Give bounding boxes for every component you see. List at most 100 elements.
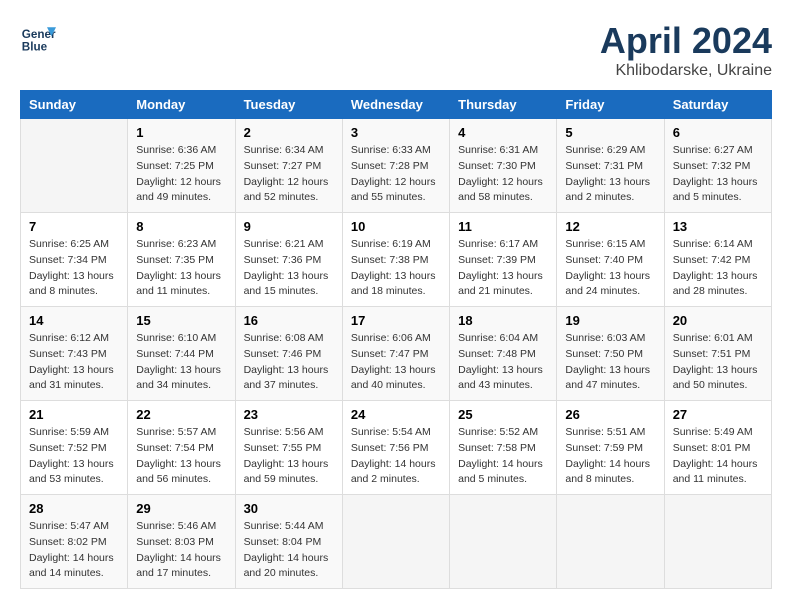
day-cell bbox=[664, 495, 771, 589]
logo-icon: General Blue bbox=[20, 20, 56, 56]
day-cell: 10Sunrise: 6:19 AM Sunset: 7:38 PM Dayli… bbox=[342, 213, 449, 307]
day-info: Sunrise: 6:10 AM Sunset: 7:44 PM Dayligh… bbox=[136, 331, 226, 394]
day-cell: 17 Sunrise: 6:06 AM Sunset: 7:47 PM Dayli… bbox=[342, 307, 449, 401]
day-info: Sunrise: 6:23 AM Sunset: 7:35 PM Dayligh… bbox=[136, 237, 226, 300]
weekday-header-thursday: Thursday bbox=[450, 91, 557, 119]
day-cell: 13 Sunrise: 6:14 AM Sunset: 7:42 PM Dayli… bbox=[664, 213, 771, 307]
day-number: 20 bbox=[673, 313, 763, 328]
day-number: 23 bbox=[244, 407, 334, 422]
day-info: Sunrise: 6:17 AM Sunset: 7:39 PM Dayligh… bbox=[458, 237, 548, 300]
header: General Blue April 2024 Khlibodarske, Uk… bbox=[20, 20, 772, 80]
day-number: 27 bbox=[673, 407, 763, 422]
title-area: April 2024 Khlibodarske, Ukraine bbox=[600, 20, 772, 80]
day-cell: 6Sunrise: 6:27 AM Sunset: 7:32 PM Daylig… bbox=[664, 119, 771, 213]
day-cell: 19Sunrise: 6:03 AM Sunset: 7:50 PM Dayli… bbox=[557, 307, 664, 401]
weekday-header-friday: Friday bbox=[557, 91, 664, 119]
day-info: Sunrise: 6:34 AM Sunset: 7:27 PM Dayligh… bbox=[244, 143, 334, 206]
day-cell: 7 Sunrise: 6:25 AM Sunset: 7:34 PM Daylig… bbox=[21, 213, 128, 307]
day-cell: 8Sunrise: 6:23 AM Sunset: 7:35 PM Daylig… bbox=[128, 213, 235, 307]
day-info: Sunrise: 5:49 AM Sunset: 8:01 PM Dayligh… bbox=[673, 425, 763, 488]
day-info: Sunrise: 6:04 AM Sunset: 7:48 PM Dayligh… bbox=[458, 331, 548, 394]
day-info: Sunrise: 5:59 AM Sunset: 7:52 PM Dayligh… bbox=[29, 425, 119, 488]
day-cell: 29Sunrise: 5:46 AM Sunset: 8:03 PM Dayli… bbox=[128, 495, 235, 589]
weekday-header-saturday: Saturday bbox=[664, 91, 771, 119]
day-info: Sunrise: 6:36 AM Sunset: 7:25 PM Dayligh… bbox=[136, 143, 226, 206]
day-number: 22 bbox=[136, 407, 226, 422]
calendar-header: SundayMondayTuesdayWednesdayThursdayFrid… bbox=[21, 91, 772, 119]
day-number: 25 bbox=[458, 407, 548, 422]
day-cell: 5 Sunrise: 6:29 AM Sunset: 7:31 PM Daylig… bbox=[557, 119, 664, 213]
day-cell: 28 Sunrise: 5:47 AM Sunset: 8:02 PM Dayli… bbox=[21, 495, 128, 589]
day-info: Sunrise: 6:14 AM Sunset: 7:42 PM Dayligh… bbox=[673, 237, 763, 300]
day-number: 30 bbox=[244, 501, 334, 516]
day-info: Sunrise: 6:31 AM Sunset: 7:30 PM Dayligh… bbox=[458, 143, 548, 206]
day-number: 19 bbox=[565, 313, 655, 328]
day-number: 13 bbox=[673, 219, 763, 234]
day-cell bbox=[342, 495, 449, 589]
day-number: 4 bbox=[458, 125, 548, 140]
day-cell bbox=[450, 495, 557, 589]
day-info: Sunrise: 5:44 AM Sunset: 8:04 PM Dayligh… bbox=[244, 519, 334, 582]
day-info: Sunrise: 5:54 AM Sunset: 7:56 PM Dayligh… bbox=[351, 425, 441, 488]
day-cell: 30 Sunrise: 5:44 AM Sunset: 8:04 PM Dayli… bbox=[235, 495, 342, 589]
day-cell: 4 Sunrise: 6:31 AM Sunset: 7:30 PM Daylig… bbox=[450, 119, 557, 213]
day-info: Sunrise: 6:08 AM Sunset: 7:46 PM Dayligh… bbox=[244, 331, 334, 394]
svg-text:Blue: Blue bbox=[22, 41, 48, 54]
day-info: Sunrise: 6:27 AM Sunset: 7:32 PM Dayligh… bbox=[673, 143, 763, 206]
day-cell: 14 Sunrise: 6:12 AM Sunset: 7:43 PM Dayli… bbox=[21, 307, 128, 401]
day-info: Sunrise: 5:52 AM Sunset: 7:58 PM Dayligh… bbox=[458, 425, 548, 488]
day-info: Sunrise: 6:33 AM Sunset: 7:28 PM Dayligh… bbox=[351, 143, 441, 206]
day-cell: 27 Sunrise: 5:49 AM Sunset: 8:01 PM Dayli… bbox=[664, 401, 771, 495]
weekday-header-wednesday: Wednesday bbox=[342, 91, 449, 119]
day-number: 3 bbox=[351, 125, 441, 140]
day-info: Sunrise: 6:06 AM Sunset: 7:47 PM Dayligh… bbox=[351, 331, 441, 394]
day-cell: 25 Sunrise: 5:52 AM Sunset: 7:58 PM Dayli… bbox=[450, 401, 557, 495]
day-cell: 3 Sunrise: 6:33 AM Sunset: 7:28 PM Daylig… bbox=[342, 119, 449, 213]
day-number: 2 bbox=[244, 125, 334, 140]
week-row-3: 14 Sunrise: 6:12 AM Sunset: 7:43 PM Dayli… bbox=[21, 307, 772, 401]
day-info: Sunrise: 5:51 AM Sunset: 7:59 PM Dayligh… bbox=[565, 425, 655, 488]
day-number: 10 bbox=[351, 219, 441, 234]
day-number: 29 bbox=[136, 501, 226, 516]
day-info: Sunrise: 6:29 AM Sunset: 7:31 PM Dayligh… bbox=[565, 143, 655, 206]
day-number: 28 bbox=[29, 501, 119, 516]
day-cell bbox=[557, 495, 664, 589]
location-subtitle: Khlibodarske, Ukraine bbox=[600, 62, 772, 80]
calendar-body: 1 Sunrise: 6:36 AM Sunset: 7:25 PM Daylig… bbox=[21, 119, 772, 589]
day-cell: 1 Sunrise: 6:36 AM Sunset: 7:25 PM Daylig… bbox=[128, 119, 235, 213]
weekday-header-monday: Monday bbox=[128, 91, 235, 119]
day-number: 1 bbox=[136, 125, 226, 140]
weekday-header-row: SundayMondayTuesdayWednesdayThursdayFrid… bbox=[21, 91, 772, 119]
day-number: 5 bbox=[565, 125, 655, 140]
week-row-5: 28 Sunrise: 5:47 AM Sunset: 8:02 PM Dayli… bbox=[21, 495, 772, 589]
weekday-header-tuesday: Tuesday bbox=[235, 91, 342, 119]
day-cell: 12Sunrise: 6:15 AM Sunset: 7:40 PM Dayli… bbox=[557, 213, 664, 307]
day-number: 9 bbox=[244, 219, 334, 234]
day-info: Sunrise: 6:01 AM Sunset: 7:51 PM Dayligh… bbox=[673, 331, 763, 394]
weekday-header-sunday: Sunday bbox=[21, 91, 128, 119]
day-cell: 21 Sunrise: 5:59 AM Sunset: 7:52 PM Dayli… bbox=[21, 401, 128, 495]
day-cell: 15 Sunrise: 6:10 AM Sunset: 7:44 PM Dayli… bbox=[128, 307, 235, 401]
day-info: Sunrise: 6:12 AM Sunset: 7:43 PM Dayligh… bbox=[29, 331, 119, 394]
day-cell: 2 Sunrise: 6:34 AM Sunset: 7:27 PM Daylig… bbox=[235, 119, 342, 213]
day-cell bbox=[21, 119, 128, 213]
day-cell: 26 Sunrise: 5:51 AM Sunset: 7:59 PM Dayli… bbox=[557, 401, 664, 495]
day-number: 11 bbox=[458, 219, 548, 234]
day-info: Sunrise: 6:25 AM Sunset: 7:34 PM Dayligh… bbox=[29, 237, 119, 300]
month-title: April 2024 bbox=[600, 20, 772, 62]
day-number: 12 bbox=[565, 219, 655, 234]
day-number: 15 bbox=[136, 313, 226, 328]
day-number: 21 bbox=[29, 407, 119, 422]
week-row-2: 7 Sunrise: 6:25 AM Sunset: 7:34 PM Daylig… bbox=[21, 213, 772, 307]
day-number: 18 bbox=[458, 313, 548, 328]
week-row-4: 21 Sunrise: 5:59 AM Sunset: 7:52 PM Dayli… bbox=[21, 401, 772, 495]
week-row-1: 1 Sunrise: 6:36 AM Sunset: 7:25 PM Daylig… bbox=[21, 119, 772, 213]
calendar-table: SundayMondayTuesdayWednesdayThursdayFrid… bbox=[20, 90, 772, 589]
day-number: 26 bbox=[565, 407, 655, 422]
day-number: 14 bbox=[29, 313, 119, 328]
day-cell: 11 Sunrise: 6:17 AM Sunset: 7:39 PM Dayli… bbox=[450, 213, 557, 307]
day-number: 17 bbox=[351, 313, 441, 328]
day-number: 7 bbox=[29, 219, 119, 234]
day-info: Sunrise: 5:47 AM Sunset: 8:02 PM Dayligh… bbox=[29, 519, 119, 582]
day-cell: 16Sunrise: 6:08 AM Sunset: 7:46 PM Dayli… bbox=[235, 307, 342, 401]
